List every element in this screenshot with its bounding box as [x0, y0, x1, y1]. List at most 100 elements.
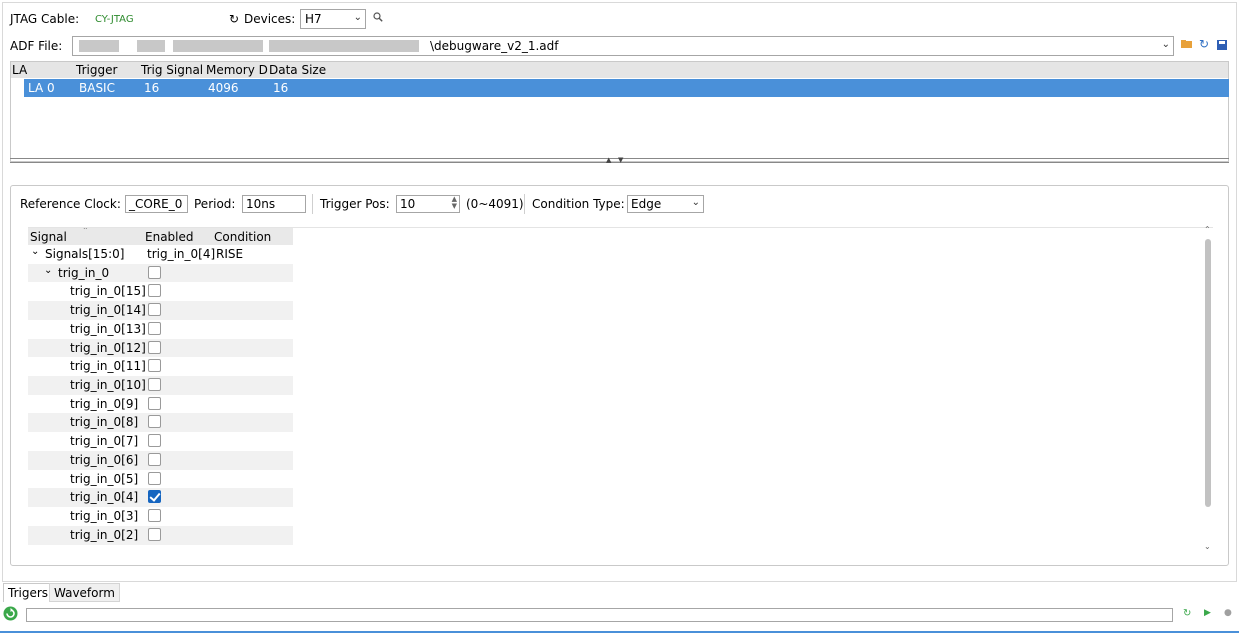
signal-name: trig_in_0[15] [70, 284, 146, 299]
la-cell: LA 0 [28, 81, 55, 95]
adf-file-combo[interactable]: \debugware_v2_1.adf ⌄ [72, 36, 1174, 56]
status-bar: ↻ ▶ ● [0, 602, 1239, 633]
col-trig-signal: Trig Signal [141, 63, 204, 77]
save-icon[interactable] [1216, 40, 1228, 52]
signal-enabled-checkbox[interactable] [148, 284, 161, 298]
expand-chevron-icon[interactable]: ⌄ [44, 265, 52, 276]
signal-row[interactable]: trig_in_0[13] [28, 320, 293, 339]
signal-name: trig_in_0[2] [70, 527, 139, 542]
devices-select[interactable]: H7 ⌄ [300, 9, 366, 29]
signal-enabled-checkbox[interactable] [148, 434, 161, 448]
signal-enabled-checkbox[interactable] [148, 340, 161, 354]
signal-rows: ⌄ Signals[15:0] trig_in_0[4] RISE ⌄ trig… [28, 245, 293, 545]
devices-selected-value: H7 [305, 12, 322, 26]
period-input[interactable]: 10ns [242, 195, 306, 213]
ref-clock-label: Reference Clock: [20, 197, 121, 211]
signal-name: trig_in_0[12] [70, 340, 146, 355]
open-folder-icon[interactable] [1180, 40, 1192, 52]
signal-row[interactable]: trig_in_0[3] [28, 507, 293, 526]
reload-icon[interactable]: ↻ [1198, 38, 1210, 50]
adf-file-path: \debugware_v2_1.adf [430, 39, 559, 53]
signal-enabled-checkbox[interactable] [148, 509, 161, 523]
signal-enabled-checkbox[interactable] [148, 527, 161, 541]
trigger-pos-value: 10 [400, 197, 416, 211]
scroll-down-icon[interactable]: ⌄ [1204, 542, 1211, 551]
data-size-cell: 16 [273, 81, 289, 95]
signal-enabled-checkbox[interactable] [148, 378, 161, 392]
tree-subgroup-row[interactable]: ⌄ trig_in_0 [28, 263, 293, 283]
signal-row[interactable]: trig_in_0[10] [28, 376, 293, 395]
signal-enabled-checkbox[interactable] [148, 490, 161, 504]
memory-cell: 4096 [208, 81, 239, 95]
redacted-path [173, 40, 263, 52]
signal-enabled-checkbox[interactable] [148, 303, 161, 317]
trigger-pos-label: Trigger Pos: [320, 197, 390, 211]
divider [312, 194, 313, 214]
signal-tree-table: Signal ⌃ Enabled Condition ⌄ Signals[15:… [28, 227, 1213, 549]
splitter-handle-icon[interactable]: ▲ ▼ [606, 156, 623, 164]
signal-row[interactable]: trig_in_0[11] [28, 357, 293, 376]
vertical-scrollbar[interactable]: ⌃ ⌄ [1203, 225, 1213, 551]
progress-bar [26, 608, 1173, 622]
signal-enabled-checkbox[interactable] [148, 452, 161, 466]
scroll-up-icon[interactable]: ⌃ [1204, 225, 1211, 234]
signal-row[interactable]: trig_in_0[2] [28, 525, 293, 545]
signal-row[interactable]: trig_in_0[15] [28, 282, 293, 301]
jtag-cable-value[interactable]: CY-JTAG [95, 14, 134, 25]
condition-type-label: Condition Type: [532, 197, 625, 211]
signal-enabled-checkbox[interactable] [148, 396, 161, 410]
signal-name: trig_in_0[10] [70, 378, 146, 393]
col-memory: Memory Dep [206, 63, 268, 77]
signal-name: trig_in_0[6] [70, 452, 139, 467]
play-icon[interactable]: ▶ [1204, 608, 1211, 618]
redacted-path [269, 40, 419, 52]
redacted-path [137, 40, 165, 52]
col-signal[interactable]: Signal [30, 230, 67, 244]
col-enabled[interactable]: Enabled [145, 230, 194, 244]
refresh-icon[interactable]: ↻ [1183, 608, 1191, 619]
signal-name: trig_in_0[8] [70, 415, 139, 430]
signal-enabled-checkbox[interactable] [148, 321, 161, 335]
tab-trigers[interactable]: Trigers [3, 583, 54, 602]
expand-chevron-icon[interactable]: ⌄ [31, 246, 39, 257]
la-table-header: LA Trigger Trig Signal Memory Dep Data S… [11, 62, 1228, 78]
la-row-selected[interactable]: LA 0 BASIC 16 4096 16 [24, 79, 1229, 97]
signal-row[interactable]: trig_in_0[5] [28, 470, 293, 489]
col-condition[interactable]: Condition [214, 230, 271, 244]
tab-waveform[interactable]: Waveform [49, 583, 120, 602]
tree-group-row[interactable]: ⌄ Signals[15:0] trig_in_0[4] RISE [28, 245, 293, 264]
signal-row[interactable]: trig_in_0[9] [28, 395, 293, 414]
col-data-size: Data Size [269, 63, 327, 77]
period-label: Period: [194, 197, 236, 211]
chevron-down-icon: ⌄ [691, 197, 700, 208]
signal-row[interactable]: trig_in_0[4] [28, 488, 293, 508]
signal-table-header: Signal ⌃ Enabled Condition [28, 228, 293, 245]
signal-row[interactable]: trig_in_0[8] [28, 413, 293, 433]
trig-signal-cell: 16 [144, 81, 160, 95]
stop-icon[interactable]: ● [1224, 608, 1232, 618]
condition-type-value: Edge [631, 197, 662, 211]
refresh-devices-icon[interactable]: ↻ [228, 13, 240, 25]
devices-label: Devices: [244, 12, 296, 26]
scroll-thumb[interactable] [1205, 239, 1211, 507]
redacted-path [79, 40, 119, 52]
signal-row[interactable]: trig_in_0[6] [28, 450, 293, 470]
search-icon[interactable] [372, 12, 384, 24]
adf-file-label: ADF File: [10, 39, 63, 53]
divider [524, 194, 525, 214]
signal-row[interactable]: trig_in_0[14] [28, 301, 293, 320]
run-icon[interactable] [3, 606, 18, 624]
spinner-arrows-icon[interactable]: ▲ ▼ [452, 196, 457, 210]
group-condition[interactable]: RISE [216, 247, 243, 261]
condition-type-select[interactable]: Edge ⌄ [627, 195, 704, 213]
subgroup-enabled-checkbox[interactable] [148, 265, 161, 279]
signal-enabled-checkbox[interactable] [148, 471, 161, 485]
ref-clock-input[interactable]: _CORE_0 [125, 195, 188, 213]
signal-enabled-checkbox[interactable] [148, 415, 161, 429]
trigger-pos-spinner[interactable]: 10 ▲ ▼ [396, 195, 460, 213]
trigger-pos-range: (0~4091) [466, 197, 524, 211]
signal-enabled-checkbox[interactable] [148, 359, 161, 373]
signal-row[interactable]: trig_in_0[12] [28, 338, 293, 358]
signal-row[interactable]: trig_in_0[7] [28, 432, 293, 451]
signal-name: trig_in_0[9] [70, 396, 139, 411]
